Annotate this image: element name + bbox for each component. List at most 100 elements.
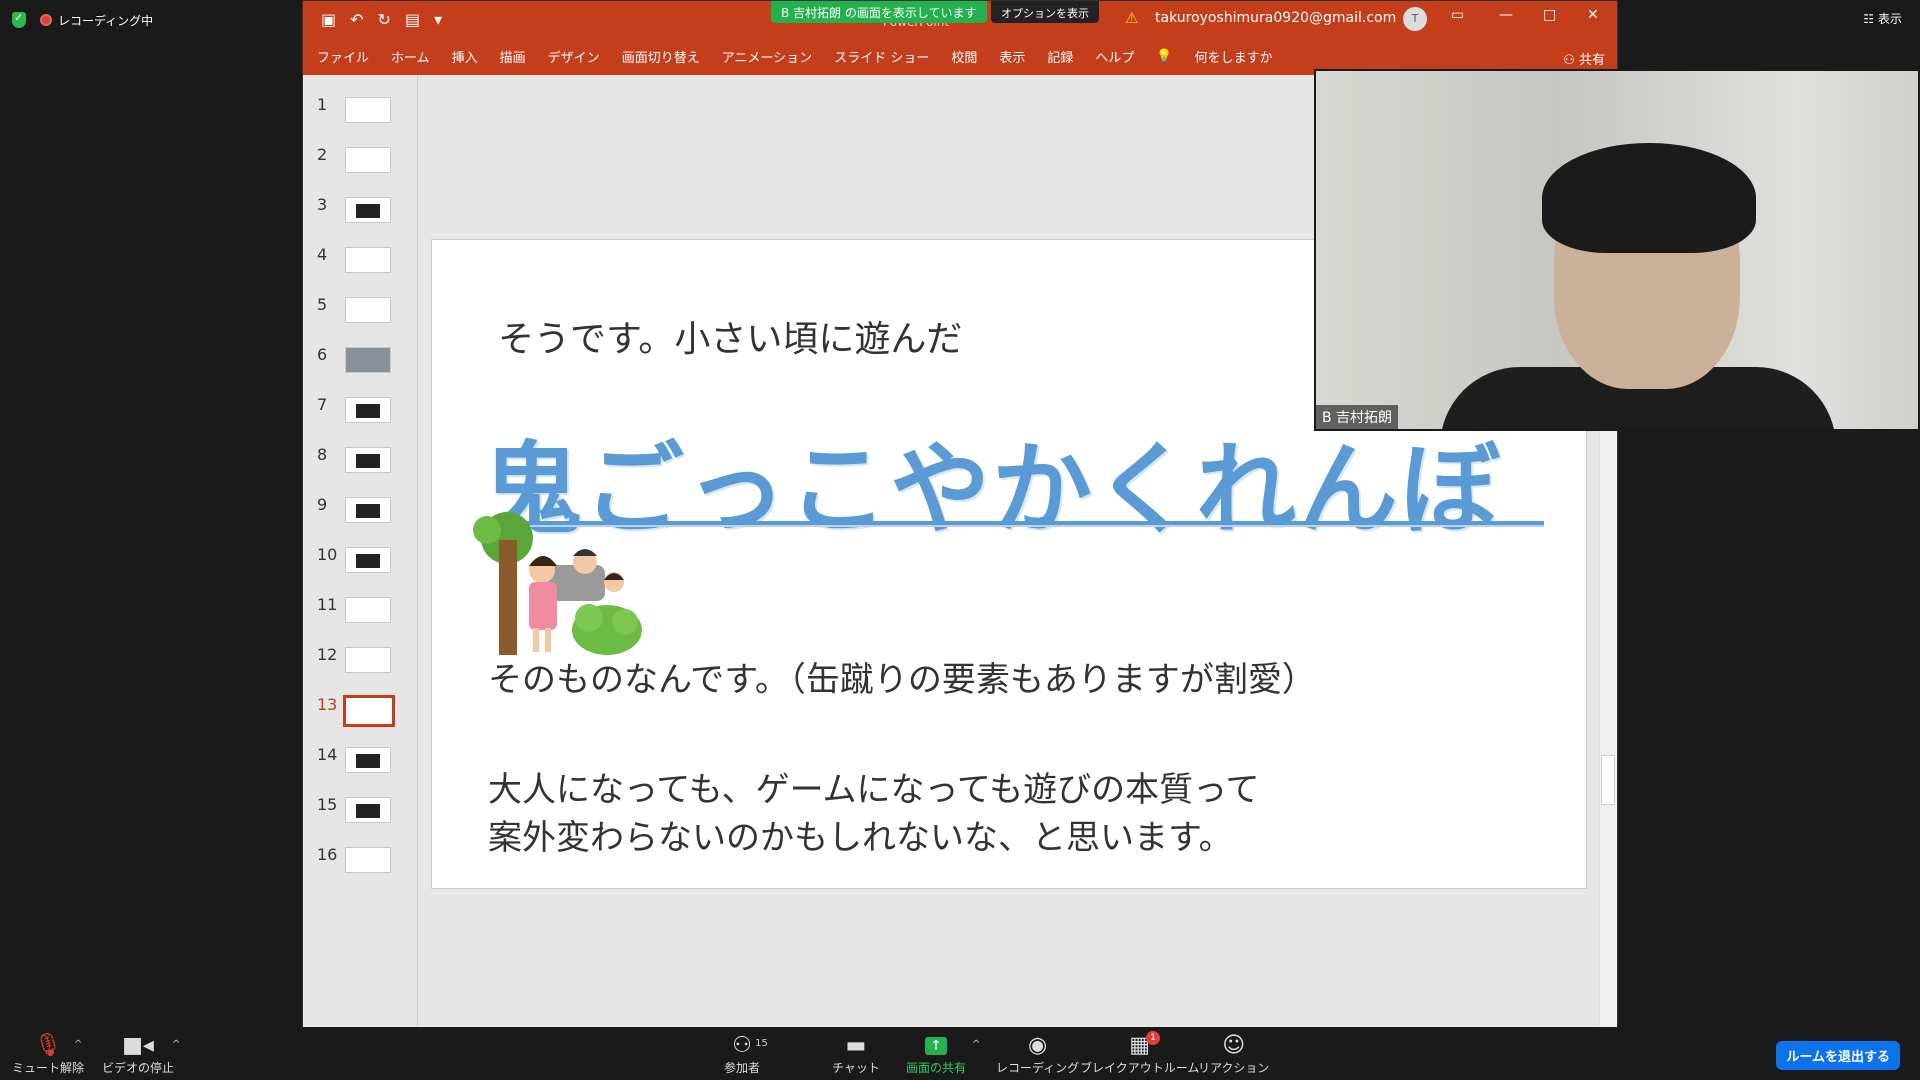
chat-button[interactable]: ▬ チャット <box>832 1033 880 1076</box>
zoom-toolbar: 🎙 ミュート解除 ^ ■◂ ビデオの停止 ^ ⚇ 15 参加者 ▬ チャット ↑ … <box>0 1027 1920 1080</box>
slideshow-icon[interactable]: ▤ <box>405 10 420 29</box>
thumb-preview <box>345 747 391 773</box>
ribbon-display-icon[interactable]: ▭ <box>1451 7 1464 23</box>
thumb-preview <box>345 797 391 823</box>
tab-draw[interactable]: 描画 <box>500 47 540 66</box>
share-screen-button[interactable]: ↑ 画面の共有 <box>906 1033 966 1076</box>
record-button[interactable]: ◉ レコーディング <box>996 1033 1079 1076</box>
account-email[interactable]: takuroyoshimura0920@gmail.com <box>1155 10 1396 26</box>
thumb-14[interactable]: 14 <box>303 745 418 785</box>
close-icon[interactable]: ✕ <box>1587 7 1599 23</box>
reaction-label: リアクション <box>1198 1061 1270 1075</box>
breakout-rooms-button[interactable]: ▦ 1 ブレイクアウトルーム <box>1080 1031 1199 1076</box>
breakout-grid-icon: ▦ 1 <box>1129 1031 1161 1059</box>
thumb-5[interactable]: 5 <box>303 295 418 335</box>
view-button[interactable]: ☷ 表示 <box>1863 10 1902 27</box>
thumb-8[interactable]: 8 <box>303 445 418 485</box>
video-options-caret-icon[interactable]: ^ <box>172 1039 180 1050</box>
thumb-7[interactable]: 7 <box>303 395 418 435</box>
view-grid-icon: ☷ <box>1863 11 1874 26</box>
chat-icon: ▬ <box>845 1033 867 1058</box>
share-banner: B 吉村拓朗 の画面を表示しています <box>771 1 987 23</box>
record-dot-icon <box>40 14 52 26</box>
thumb-9[interactable]: 9 <box>303 495 418 535</box>
thumb-preview <box>345 447 391 473</box>
person-icon: ⚇ <box>1563 53 1575 68</box>
thumb-2[interactable]: 2 <box>303 145 418 185</box>
thumb-number: 2 <box>317 145 328 164</box>
thumb-image <box>356 754 380 768</box>
save-icon[interactable]: ▣ <box>321 10 336 29</box>
tab-review[interactable]: 校閲 <box>951 47 991 66</box>
options-button[interactable]: オプションを表示 <box>991 1 1099 23</box>
scroll-thumb[interactable] <box>1601 755 1615 805</box>
minimize-icon[interactable]: — <box>1499 7 1513 23</box>
tab-view[interactable]: 表示 <box>999 47 1039 66</box>
ppt-share-label: 共有 <box>1578 53 1605 68</box>
shield-icon[interactable] <box>12 11 26 28</box>
record-icon: ◉ <box>1027 1033 1048 1058</box>
customize-icon[interactable]: ▾ <box>434 10 442 29</box>
tab-home[interactable]: ホーム <box>391 47 444 66</box>
slide-text-body[interactable]: 大人になっても、ゲームになっても遊びの本質って 案外変わらないのかもしれないな、… <box>488 766 1259 862</box>
leave-room-button[interactable]: ルームを退出する <box>1776 1041 1900 1070</box>
participants-label: 参加者 <box>724 1061 761 1075</box>
tab-record[interactable]: 記録 <box>1047 47 1087 66</box>
share-options-caret-icon[interactable]: ^ <box>972 1039 980 1050</box>
thumb-preview <box>345 547 391 573</box>
slide-text-line3: 大人になっても、ゲームになっても遊びの本質って <box>488 770 1260 810</box>
tab-design[interactable]: デザイン <box>548 47 614 66</box>
view-label: 表示 <box>1877 12 1902 26</box>
thumb-preview <box>345 497 391 523</box>
recording-indicator[interactable]: レコーディング中 <box>40 12 153 29</box>
record-label: レコーディング <box>996 1061 1080 1075</box>
undo-icon[interactable]: ↶ <box>350 10 363 29</box>
thumb-preview <box>345 347 391 373</box>
ppt-share-button[interactable]: ⚇ 共有 <box>1563 49 1605 68</box>
video-button[interactable]: ■◂ ビデオの停止 <box>102 1033 174 1076</box>
thumb-1[interactable]: 1 <box>303 95 418 135</box>
mute-options-caret-icon[interactable]: ^ <box>74 1039 82 1050</box>
chat-label: チャット <box>832 1061 880 1075</box>
tell-me-search[interactable]: 何をしますか <box>1195 47 1287 66</box>
thumb-12[interactable]: 12 <box>303 645 418 685</box>
tab-animations[interactable]: アニメーション <box>722 47 826 66</box>
participants-button[interactable]: ⚇ 15 参加者 <box>724 1033 768 1076</box>
tab-slideshow[interactable]: スライド ショー <box>834 47 943 66</box>
thumb-number: 1 <box>317 95 328 114</box>
thumb-10[interactable]: 10 <box>303 545 418 585</box>
cam-person-hair <box>1542 143 1756 253</box>
thumb-image <box>356 204 380 218</box>
mic-muted-icon: 🎙 <box>34 1033 62 1058</box>
thumb-preview <box>345 597 391 623</box>
thumb-number: 3 <box>317 195 328 214</box>
thumb-13[interactable]: 13 <box>303 695 418 735</box>
tab-insert[interactable]: 挿入 <box>452 47 492 66</box>
tab-transitions[interactable]: 画面切り替え <box>622 47 714 66</box>
slide-text-line1[interactable]: そうです。小さい頃に遊んだ <box>498 310 962 362</box>
camera-icon: ■◂ <box>122 1033 154 1058</box>
thumb-image <box>356 804 380 818</box>
thumb-4[interactable]: 4 <box>303 245 418 285</box>
thumb-preview <box>345 397 391 423</box>
thumb-number: 12 <box>317 645 338 664</box>
thumb-15[interactable]: 15 <box>303 795 418 835</box>
thumb-16[interactable]: 16 <box>303 845 418 885</box>
thumb-6[interactable]: 6 <box>303 345 418 385</box>
warning-icon[interactable]: ⚠ <box>1125 9 1138 27</box>
slide-text-line2[interactable]: そのものなんです。（缶蹴りの要素もありますが割愛） <box>488 652 1316 701</box>
redo-icon[interactable]: ↻ <box>378 10 391 29</box>
smiley-icon: ☺ <box>1222 1033 1246 1058</box>
tab-file[interactable]: ファイル <box>317 47 383 66</box>
video-label: ビデオの停止 <box>102 1061 175 1075</box>
thumb-11[interactable]: 11 <box>303 595 418 635</box>
thumb-3[interactable]: 3 <box>303 195 418 235</box>
video-tile[interactable]: B 吉村拓朗 <box>1314 69 1920 431</box>
lightbulb-icon[interactable]: 💡 <box>1156 49 1186 64</box>
tab-help[interactable]: ヘルプ <box>1095 47 1148 66</box>
maximize-icon[interactable]: □ <box>1543 7 1556 23</box>
recording-label: レコーディング中 <box>58 13 154 28</box>
thumb-number: 15 <box>317 795 338 814</box>
reactions-button[interactable]: ☺ リアクション <box>1198 1033 1269 1076</box>
avatar[interactable]: T <box>1403 7 1427 31</box>
